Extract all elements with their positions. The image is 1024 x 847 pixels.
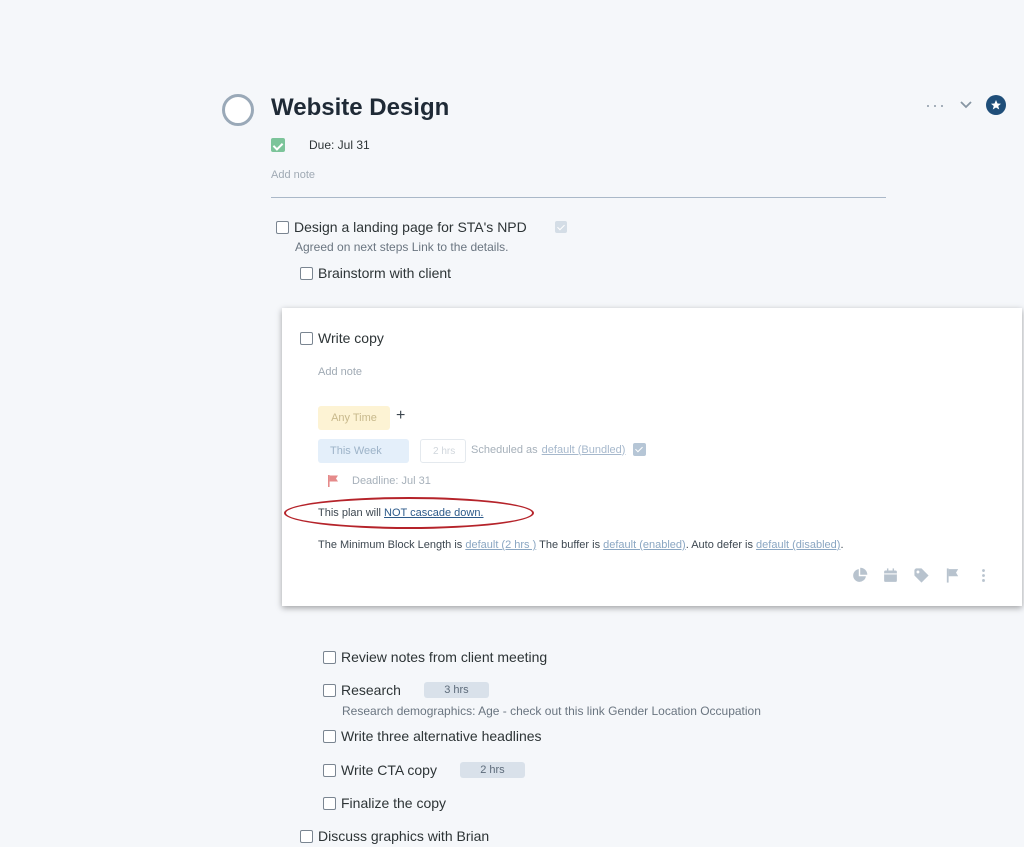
calendar-icon[interactable]	[633, 443, 647, 456]
task-label[interactable]: Write copy	[318, 330, 384, 346]
calendar-icon[interactable]	[882, 567, 899, 584]
scheduled-link[interactable]: default (Bundled)	[542, 444, 626, 456]
task-checkbox[interactable]	[323, 763, 336, 777]
expanded-task-card: Write copy Add note Any Time + This Week…	[282, 308, 1022, 606]
header-divider	[271, 197, 886, 198]
more-icon[interactable]: ···	[925, 96, 946, 114]
task-item: Brainstorm with client	[300, 265, 451, 281]
task-note-field[interactable]: Add note	[318, 366, 362, 378]
task-label[interactable]: Research	[341, 682, 401, 698]
task-note: Agreed on next steps Link to the details…	[295, 240, 509, 254]
due-date-row[interactable]: Due: Jul 31	[271, 138, 370, 152]
project-title[interactable]: Website Design	[271, 94, 449, 122]
task-checkbox[interactable]	[300, 266, 313, 280]
flag-icon[interactable]	[944, 567, 961, 584]
hours-badge[interactable]: 3 hrs	[423, 682, 489, 698]
task-checkbox[interactable]	[323, 683, 336, 697]
task-checkbox[interactable]	[276, 220, 289, 234]
task-checkbox[interactable]	[323, 650, 336, 664]
task-label[interactable]: Write three alternative headlines	[341, 728, 542, 744]
task-label[interactable]: Design a landing page for STA's NPD	[294, 219, 527, 235]
task-detail-page: Website Design ··· Due: Jul 31 Add note …	[0, 0, 1024, 847]
flag-icon	[328, 475, 338, 487]
duration-input[interactable]: 2 hrs	[420, 439, 466, 463]
scheduled-prefix: Scheduled as	[471, 443, 538, 456]
scheduled-row: Scheduled as default (Bundled)	[471, 443, 647, 456]
task-label[interactable]: Brainstorm with client	[318, 265, 451, 281]
subtask-item: Finalize the copy	[323, 795, 446, 811]
auto-defer-link[interactable]: default (disabled)	[756, 539, 840, 551]
add-time-button[interactable]: +	[396, 407, 405, 425]
deadline-text: Deadline: Jul 31	[352, 475, 431, 487]
subtask-item: Write CTA copy 2 hrs	[323, 762, 525, 778]
chevron-down-icon[interactable]	[958, 97, 974, 113]
task-note: Research demographics: Age - check out t…	[342, 704, 761, 718]
this-week-chip[interactable]: This Week	[318, 439, 409, 463]
due-date-text: Due: Jul 31	[309, 138, 370, 152]
pie-chart-icon[interactable]	[851, 567, 868, 584]
card-toolbar	[851, 567, 992, 584]
task-checkbox[interactable]	[300, 829, 313, 843]
task-label[interactable]: Finalize the copy	[341, 795, 446, 811]
subtask-item: Research 3 hrs	[323, 682, 489, 698]
subtask-item: Review notes from client meeting	[323, 649, 547, 665]
task-checkbox[interactable]	[323, 796, 336, 810]
task-item: Design a landing page for STA's NPD	[276, 219, 567, 235]
hours-badge[interactable]: 2 hrs	[459, 762, 525, 778]
task-item: Discuss graphics with Brian	[300, 828, 489, 844]
calendar-icon[interactable]	[554, 221, 567, 233]
auto-defer-prefix: Auto defer is	[691, 539, 753, 551]
period: .	[685, 539, 689, 551]
buffer-prefix: The buffer is	[539, 539, 601, 551]
cascade-prefix: This plan will	[318, 507, 381, 519]
min-block-link[interactable]: default (2 hrs )	[465, 539, 536, 551]
project-complete-circle[interactable]	[222, 94, 254, 126]
min-block-prefix: The Minimum Block Length is	[318, 539, 463, 551]
project-note-field[interactable]: Add note	[271, 169, 315, 181]
task-checkbox[interactable]	[323, 729, 336, 743]
settings-row: The Minimum Block Length is default (2 h…	[318, 539, 844, 551]
subtask-item: Write three alternative headlines	[323, 728, 542, 744]
task-label[interactable]: Discuss graphics with Brian	[318, 828, 489, 844]
period: .	[840, 539, 844, 551]
header-actions: ···	[925, 95, 1006, 115]
task-checkbox[interactable]	[300, 331, 313, 345]
calendar-check-icon	[271, 138, 285, 152]
buffer-link[interactable]: default (enabled)	[603, 539, 686, 551]
deadline-row[interactable]: Deadline: Jul 31	[326, 474, 431, 488]
star-icon[interactable]	[986, 95, 1006, 115]
task-item: Write copy	[300, 330, 384, 346]
task-label[interactable]: Write CTA copy	[341, 762, 437, 778]
more-vertical-icon[interactable]	[975, 567, 992, 584]
tag-icon[interactable]	[913, 567, 930, 584]
any-time-chip[interactable]: Any Time	[318, 406, 390, 430]
cascade-row: This plan will NOT cascade down.	[318, 507, 484, 519]
cascade-link[interactable]: NOT cascade down.	[384, 507, 483, 519]
task-label[interactable]: Review notes from client meeting	[341, 649, 547, 665]
